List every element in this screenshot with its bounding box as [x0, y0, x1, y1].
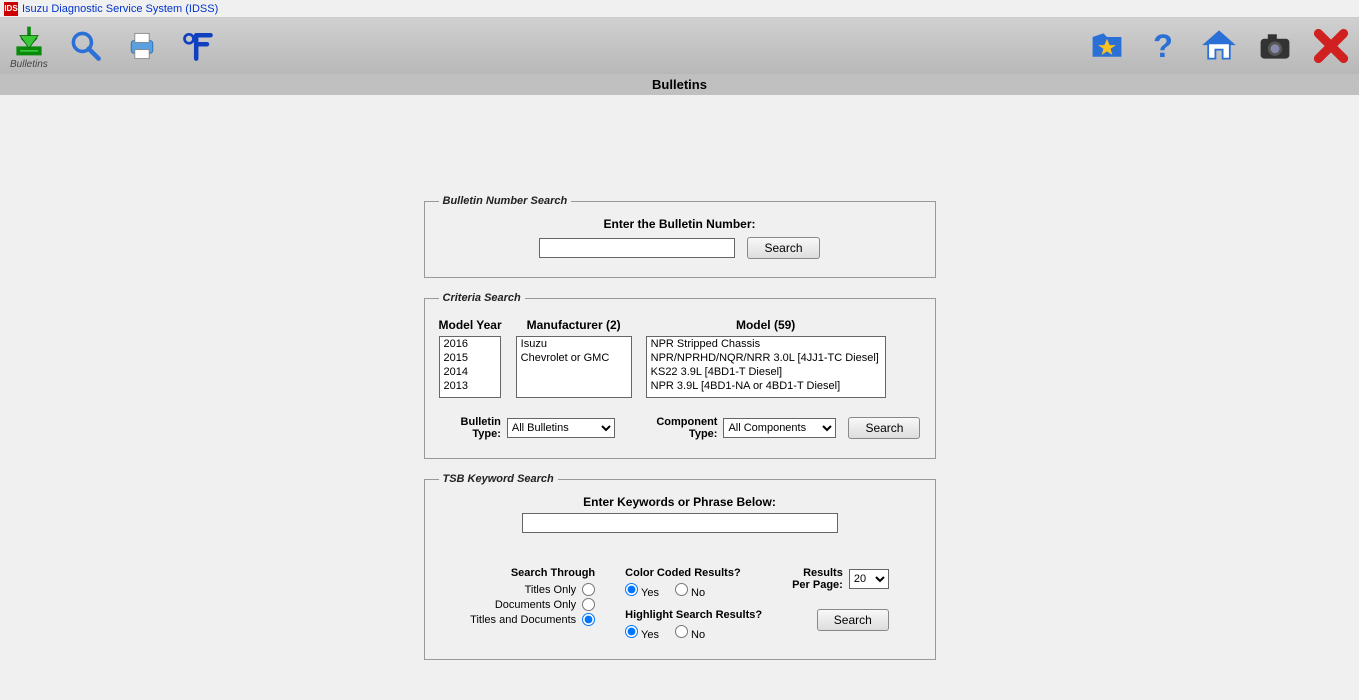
download-button[interactable]: Bulletins [10, 23, 48, 70]
list-item[interactable]: Isuzu [517, 337, 631, 351]
home-button[interactable] [1201, 28, 1237, 64]
titles-only-label: Titles Only [525, 584, 577, 596]
color-coded-yes-radio[interactable] [625, 583, 638, 596]
temperature-button[interactable] [180, 28, 216, 64]
favorites-button[interactable] [1089, 28, 1125, 64]
app-icon: IDS [4, 2, 18, 16]
tsb-keyword-search: TSB Keyword Search Enter Keywords or Phr… [424, 473, 936, 660]
window-title: Isuzu Diagnostic Service System (IDSS) [22, 3, 218, 15]
highlight-no-radio[interactable] [675, 625, 688, 638]
yes-label: Yes [641, 587, 659, 599]
page-title: Bulletins [0, 74, 1359, 95]
tsb-keyword-search-button[interactable]: Search [817, 609, 889, 631]
bulletin-type-select[interactable]: All Bulletins [507, 418, 615, 438]
yes-label: Yes [641, 629, 659, 641]
search-through-header: Search Through [470, 567, 595, 579]
download-label: Bulletins [10, 59, 48, 70]
documents-only-radio[interactable] [582, 598, 595, 611]
tsb-keyword-legend: TSB Keyword Search [439, 473, 558, 485]
toolbar-right: ? [1089, 28, 1349, 64]
model-year-header: Model Year [439, 318, 502, 332]
documents-only-label: Documents Only [495, 599, 576, 611]
no-label: No [691, 587, 705, 599]
manufacturer-list[interactable]: Isuzu Chevrolet or GMC [516, 336, 632, 398]
list-item[interactable]: 2014 [440, 365, 500, 379]
component-type-select[interactable]: All Components [723, 418, 836, 438]
content: Bulletin Number Search Enter the Bulleti… [0, 95, 1359, 660]
toolbar: Bulletins ? [0, 18, 1359, 74]
list-item[interactable]: Chevrolet or GMC [517, 351, 631, 365]
criteria-search-button[interactable]: Search [848, 417, 920, 439]
results-per-page-label: Results Per Page: [792, 567, 843, 591]
close-button[interactable] [1313, 28, 1349, 64]
list-item[interactable]: 2016 [440, 337, 500, 351]
criteria-search: Criteria Search Model Year 2016 2015 201… [424, 292, 936, 459]
bulletin-number-label: Enter the Bulletin Number: [439, 217, 921, 231]
bulletin-number-legend: Bulletin Number Search [439, 195, 572, 207]
search-button[interactable] [68, 28, 104, 64]
highlight-header: Highlight Search Results? [625, 609, 762, 621]
bulletin-type-label: Bulletin Type: [439, 416, 501, 440]
tsb-keyword-input[interactable] [522, 513, 838, 533]
list-item[interactable]: 2015 [440, 351, 500, 365]
list-item[interactable]: NPR 3.9L [4BD1-NA or 4BD1-T Diesel] [647, 379, 885, 393]
toolbar-left: Bulletins [10, 23, 216, 70]
no-label: No [691, 629, 705, 641]
titles-and-documents-radio[interactable] [582, 613, 595, 626]
list-item[interactable]: KS22 3.9L [4BD1-T Diesel] [647, 365, 885, 379]
bulletin-number-search: Bulletin Number Search Enter the Bulleti… [424, 195, 936, 278]
component-type-label: Component Type: [637, 416, 717, 440]
highlight-yes-radio[interactable] [625, 625, 638, 638]
svg-text:?: ? [1153, 28, 1173, 64]
titlebar: IDS Isuzu Diagnostic Service System (IDS… [0, 0, 1359, 18]
tsb-keyword-label: Enter Keywords or Phrase Below: [583, 495, 776, 509]
list-item[interactable]: 2013 [440, 379, 500, 393]
color-coded-header: Color Coded Results? [625, 567, 762, 579]
titles-and-documents-label: Titles and Documents [470, 614, 576, 626]
camera-button[interactable] [1257, 28, 1293, 64]
titles-only-radio[interactable] [582, 583, 595, 596]
print-button[interactable] [124, 28, 160, 64]
model-year-list[interactable]: 2016 2015 2014 2013 [439, 336, 501, 398]
list-item[interactable]: NPR/NPRHD/NQR/NRR 3.0L [4JJ1-TC Diesel] [647, 351, 885, 365]
color-coded-no-radio[interactable] [675, 583, 688, 596]
model-header: Model (59) [646, 318, 886, 332]
bulletin-number-search-button[interactable]: Search [747, 237, 819, 259]
bulletin-number-input[interactable] [539, 238, 735, 258]
manufacturer-header: Manufacturer (2) [516, 318, 632, 332]
list-item[interactable]: NPR Stripped Chassis [647, 337, 885, 351]
model-list[interactable]: NPR Stripped Chassis NPR/NPRHD/NQR/NRR 3… [646, 336, 886, 398]
help-button[interactable]: ? [1145, 28, 1181, 64]
criteria-search-legend: Criteria Search [439, 292, 525, 304]
results-per-page-select[interactable]: 20 [849, 569, 889, 589]
